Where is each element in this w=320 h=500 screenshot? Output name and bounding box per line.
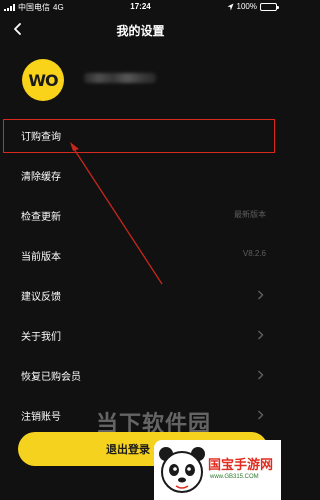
chevron-right-icon: [258, 410, 264, 420]
menu-item-label: 恢复已购会员: [21, 372, 81, 383]
menu-item-value: 最新版本: [234, 210, 266, 219]
menu-item-label: 建议反馈: [21, 292, 61, 303]
menu-item-about-us[interactable]: 关于我们: [0, 315, 281, 355]
chevron-right-icon: [258, 370, 264, 380]
site-logo-url: www.GB315.COM: [210, 474, 259, 480]
status-right: 100%: [227, 2, 279, 11]
nav-bar: 我的设置: [0, 14, 281, 44]
site-logo-title: 国宝手游网: [208, 457, 274, 472]
menu-item-restore-membership[interactable]: 恢复已购会员: [0, 355, 281, 395]
menu-item-current-version: 当前版本 V8.2.6: [0, 235, 281, 275]
site-logo-badge: 国宝手游网 www.GB315.COM: [154, 440, 281, 500]
avatar[interactable]: WO: [22, 59, 64, 101]
battery-icon: [260, 2, 279, 11]
page-title: 我的设置: [116, 24, 165, 38]
menu-item-clear-cache[interactable]: 清除缓存: [0, 155, 281, 195]
menu-item-label: 当前版本: [21, 252, 61, 263]
chevron-right-icon: [258, 290, 264, 300]
menu-item-label: 关于我们: [21, 332, 61, 343]
username-blurred: [84, 73, 156, 83]
settings-menu: 订购查询 清除缓存 检查更新 最新版本 当前版本 V8.2.6 建议反馈 关于我…: [0, 115, 281, 435]
avatar-logo-text: WO: [28, 70, 58, 90]
menu-item-label: 检查更新: [21, 212, 61, 223]
menu-item-feedback[interactable]: 建议反馈: [0, 275, 281, 315]
menu-item-order-query[interactable]: 订购查询: [0, 115, 281, 155]
chevron-right-icon: [258, 330, 264, 340]
location-icon: [227, 3, 234, 10]
menu-item-label: 注销账号: [21, 412, 61, 423]
status-bar: 中国电信 4G 17:24 100%: [0, 0, 281, 14]
menu-item-label: 订购查询: [21, 132, 61, 143]
menu-item-label: 清除缓存: [21, 172, 61, 183]
battery-percent: 100%: [236, 2, 257, 11]
menu-item-check-update[interactable]: 检查更新 最新版本: [0, 195, 281, 235]
panda-logo-icon: [159, 447, 205, 493]
profile-header[interactable]: WO: [0, 55, 281, 103]
menu-item-value: V8.2.6: [242, 249, 266, 258]
